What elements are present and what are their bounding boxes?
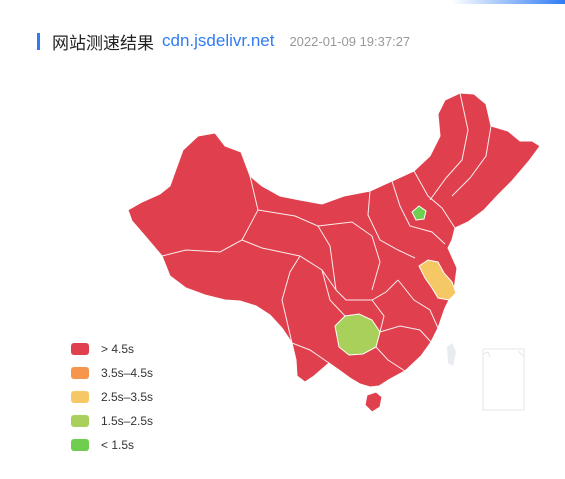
legend-label: 3.5s–4.5s <box>101 366 154 380</box>
map-region-taiwan <box>447 343 456 366</box>
legend-label: > 4.5s <box>101 342 135 356</box>
legend-item[interactable]: 2.5s–3.5s <box>71 385 153 409</box>
legend-swatch <box>71 343 89 355</box>
legend-item[interactable]: 3.5s–4.5s <box>71 361 153 385</box>
legend-swatch <box>71 391 89 403</box>
legend-label: < 1.5s <box>101 438 135 452</box>
map-region-mainland[interactable] <box>127 92 541 388</box>
legend-swatch <box>71 439 89 451</box>
legend-swatch <box>71 415 89 427</box>
legend-item[interactable]: > 4.5s <box>71 337 153 361</box>
legend-item[interactable]: 1.5s–2.5s <box>71 409 153 433</box>
speed-legend: > 4.5s 3.5s–4.5s 2.5s–3.5s 1.5s–2.5s < 1… <box>71 337 153 457</box>
legend-label: 1.5s–2.5s <box>101 414 154 428</box>
map-region-hainan[interactable] <box>364 391 383 413</box>
legend-item[interactable]: < 1.5s <box>71 433 153 457</box>
legend-swatch <box>71 367 89 379</box>
legend-label: 2.5s–3.5s <box>101 390 154 404</box>
south-china-sea-inset <box>482 348 525 411</box>
